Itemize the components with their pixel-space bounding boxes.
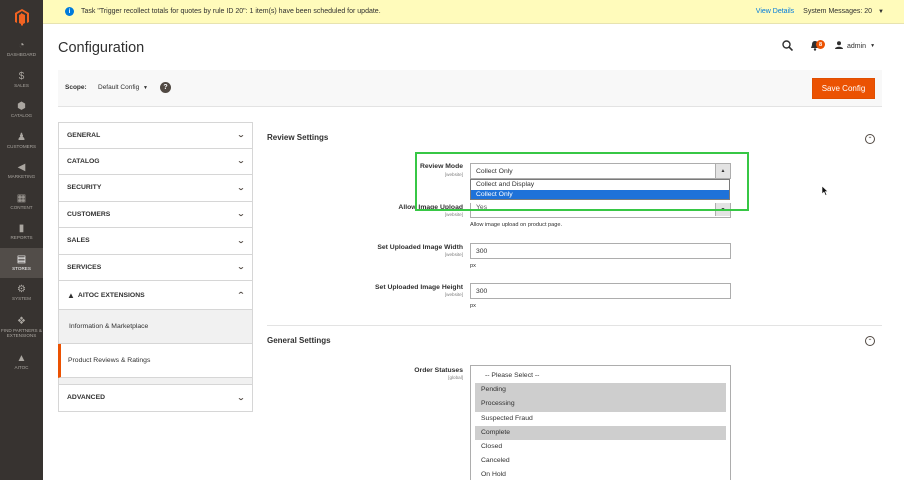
- chevron-up-icon: ⌃: [236, 292, 246, 299]
- cube-icon: ⬢: [17, 101, 26, 113]
- notification-count-badge: 8: [816, 40, 825, 49]
- tab-security[interactable]: SECURITY ⌄: [58, 175, 253, 202]
- chevron-down-icon[interactable]: ▼: [878, 9, 884, 15]
- help-icon[interactable]: ?: [160, 82, 171, 93]
- config-tabs: GENERAL ⌄ CATALOG ⌄ SECURITY ⌄ CUSTOMERS ⌄ S…: [58, 122, 253, 412]
- collapse-icon[interactable]: ⌃: [865, 134, 875, 144]
- aitoc-logo-icon: ▲: [67, 290, 75, 300]
- chevron-down-icon: ⌄: [236, 264, 246, 272]
- notification-bar: i Task "Trigger recollect totals for quo…: [43, 0, 904, 24]
- tab-customers[interactable]: CUSTOMERS ⌄: [58, 201, 253, 228]
- image-height-label: Set Uploaded Image Height: [375, 284, 463, 291]
- option-on-hold[interactable]: On Hold: [475, 468, 726, 480]
- collapse-icon[interactable]: ⌃: [865, 336, 875, 346]
- tab-sales[interactable]: SALES ⌄: [58, 228, 253, 255]
- tab-general[interactable]: GENERAL ⌄: [58, 122, 253, 149]
- aitoc-icon: ▲: [16, 352, 27, 364]
- mouse-cursor-icon: [822, 186, 829, 196]
- tab-aitoc-extensions[interactable]: ▲ AITOC EXTENSIONS ⌃: [58, 281, 253, 310]
- nav-reports[interactable]: ▮ REPORTS: [0, 217, 43, 248]
- image-height-scope: [website]: [444, 292, 463, 297]
- allow-image-upload-scope: [website]: [444, 212, 463, 217]
- page-title: Configuration: [58, 40, 145, 56]
- scope-switcher[interactable]: Default Config ▼: [98, 84, 148, 91]
- section-title-review-settings[interactable]: Review Settings: [267, 133, 328, 142]
- image-height-unit: px: [470, 303, 476, 309]
- image-width-scope: [website]: [444, 252, 463, 257]
- notification-text: Task "Trigger recollect totals for quote…: [81, 8, 381, 15]
- magento-logo-icon: [14, 8, 29, 26]
- option-processing[interactable]: Processing: [475, 397, 726, 412]
- admin-sidebar: ◔ DASHBOARD $ SALES ⬢ CATALOG ♟ CUSTOMERS ◀ M…: [0, 0, 43, 480]
- nav-catalog[interactable]: ⬢ CATALOG: [0, 95, 43, 126]
- scope-bar: Scope: Default Config ▼ ? Save Config: [58, 70, 882, 107]
- tab-catalog[interactable]: CATALOG ⌄: [58, 148, 253, 175]
- layout-icon: ▦: [16, 192, 27, 204]
- option-canceled[interactable]: Canceled: [475, 454, 726, 468]
- nav-stores[interactable]: ▤ STORES: [0, 247, 43, 278]
- tab-advanced[interactable]: ADVANCED ⌄: [58, 385, 253, 412]
- puzzle-icon: ❖: [17, 316, 26, 328]
- sidebar-item-product-reviews[interactable]: Product Reviews & Ratings: [58, 344, 253, 378]
- nav-sales[interactable]: $ SALES: [0, 65, 43, 96]
- sidebar-item-information-marketplace[interactable]: Information & Marketplace: [58, 310, 253, 344]
- nav-marketing[interactable]: ◀ MARKETING: [0, 156, 43, 187]
- order-statuses-multiselect[interactable]: -- Please Select -- Pending Processing S…: [470, 365, 731, 480]
- section-divider: [267, 325, 882, 326]
- dollar-icon: $: [18, 70, 25, 82]
- scope-label: Scope:: [65, 84, 87, 91]
- section-title-general-settings[interactable]: General Settings: [267, 336, 331, 345]
- nav-system[interactable]: ⚙ SYSTEM: [0, 278, 43, 309]
- order-statuses-label: Order Statuses: [414, 367, 463, 374]
- highlight-box: [415, 152, 749, 211]
- image-height-input[interactable]: 300: [470, 283, 731, 299]
- image-width-label: Set Uploaded Image Width: [377, 244, 463, 251]
- tab-services[interactable]: SERVICES ⌄: [58, 254, 253, 281]
- chevron-down-icon: ⌄: [236, 394, 246, 402]
- option-suspected-fraud[interactable]: Suspected Fraud: [475, 412, 726, 426]
- system-messages-toggle[interactable]: System Messages: 20: [803, 8, 872, 15]
- nav-dashboard[interactable]: ◔ DASHBOARD: [0, 34, 43, 65]
- image-width-input[interactable]: 300: [470, 243, 731, 259]
- nav-find-partners[interactable]: ❖ FIND PARTNERS & EXTENSIONS: [0, 309, 43, 347]
- chevron-down-icon: ⌄: [236, 211, 246, 219]
- bar-chart-icon: ▮: [18, 223, 25, 235]
- dashboard-icon: ◔: [18, 40, 25, 52]
- option-pending[interactable]: Pending: [475, 383, 726, 398]
- magento-logo[interactable]: [0, 0, 43, 34]
- chevron-down-icon: ⌄: [236, 132, 246, 140]
- info-icon: i: [65, 7, 74, 16]
- save-config-button[interactable]: Save Config: [812, 78, 875, 99]
- chevron-down-icon: ⌄: [236, 158, 246, 166]
- user-icon: [835, 41, 843, 51]
- image-width-unit: px: [470, 263, 476, 269]
- option-complete[interactable]: Complete: [475, 425, 726, 440]
- search-icon[interactable]: [782, 40, 794, 54]
- store-icon: ▤: [16, 253, 27, 265]
- view-details-link[interactable]: View Details: [756, 8, 794, 15]
- allow-image-upload-note: Allow image upload on product page.: [470, 222, 563, 228]
- order-statuses-scope: [global]: [448, 375, 463, 380]
- gear-icon: ⚙: [17, 284, 26, 296]
- nav-content[interactable]: ▦ CONTENT: [0, 187, 43, 218]
- option-please-select[interactable]: -- Please Select --: [475, 369, 726, 383]
- chevron-down-icon: ⌄: [236, 184, 246, 192]
- nav-customers[interactable]: ♟ CUSTOMERS: [0, 126, 43, 157]
- chevron-down-icon: ▼: [870, 43, 876, 49]
- user-name: admin: [847, 42, 867, 50]
- user-menu[interactable]: admin ▼: [835, 41, 875, 51]
- megaphone-icon: ◀: [17, 162, 26, 174]
- nav-aitoc[interactable]: ▲ AITOC: [0, 347, 43, 378]
- caret-down-icon: ▼: [143, 85, 148, 91]
- person-icon: ♟: [17, 131, 26, 143]
- option-closed[interactable]: Closed: [475, 440, 726, 454]
- chevron-down-icon: ⌄: [236, 237, 246, 245]
